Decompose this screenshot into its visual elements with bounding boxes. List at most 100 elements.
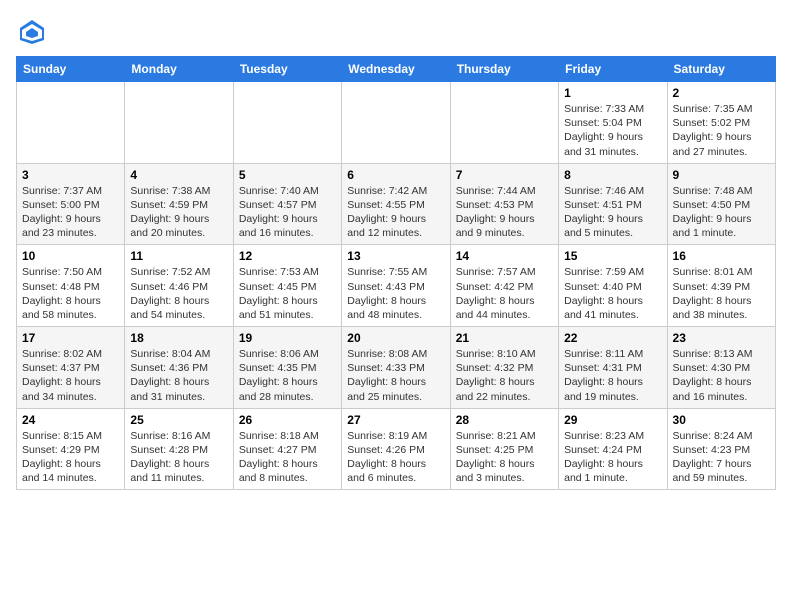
day-info: Sunrise: 7:53 AMSunset: 4:45 PMDaylight:… [239, 265, 336, 322]
day-number: 17 [22, 331, 119, 345]
weekday-header-monday: Monday [125, 57, 233, 82]
day-info: Sunrise: 8:04 AMSunset: 4:36 PMDaylight:… [130, 347, 227, 404]
weekday-header-wednesday: Wednesday [342, 57, 450, 82]
day-info: Sunrise: 8:10 AMSunset: 4:32 PMDaylight:… [456, 347, 553, 404]
day-number: 21 [456, 331, 553, 345]
calendar-cell [450, 82, 558, 164]
calendar-week-5: 24Sunrise: 8:15 AMSunset: 4:29 PMDayligh… [17, 408, 776, 490]
day-number: 18 [130, 331, 227, 345]
calendar-cell: 24Sunrise: 8:15 AMSunset: 4:29 PMDayligh… [17, 408, 125, 490]
day-info: Sunrise: 8:24 AMSunset: 4:23 PMDaylight:… [673, 429, 770, 486]
logo [16, 16, 52, 48]
day-number: 4 [130, 168, 227, 182]
calendar-cell: 1 Sunrise: 7:33 AMSunset: 5:04 PMDaylight… [559, 82, 667, 164]
calendar-cell: 15 Sunrise: 7:59 AMSunset: 4:40 PMDayligh… [559, 245, 667, 327]
calendar-cell [342, 82, 450, 164]
calendar-cell: 2 Sunrise: 7:35 AMSunset: 5:02 PMDaylight… [667, 82, 775, 164]
calendar-cell: 28 Sunrise: 8:21 AMSunset: 4:25 PMDayligh… [450, 408, 558, 490]
calendar-cell: 17 Sunrise: 8:02 AMSunset: 4:37 PMDayligh… [17, 327, 125, 409]
day-number: 10 [22, 249, 119, 263]
calendar-table: SundayMondayTuesdayWednesdayThursdayFrid… [16, 56, 776, 490]
calendar-cell: 20 Sunrise: 8:08 AMSunset: 4:33 PMDayligh… [342, 327, 450, 409]
calendar-week-4: 17 Sunrise: 8:02 AMSunset: 4:37 PMDayligh… [17, 327, 776, 409]
day-number: 19 [239, 331, 336, 345]
day-number: 6 [347, 168, 444, 182]
day-number: 9 [673, 168, 770, 182]
day-info: Sunrise: 8:19 AMSunset: 4:26 PMDaylight:… [347, 429, 444, 486]
day-number: 13 [347, 249, 444, 263]
day-info: Sunrise: 8:02 AMSunset: 4:37 PMDaylight:… [22, 347, 119, 404]
calendar-cell: 16 Sunrise: 8:01 AMSunset: 4:39 PMDayligh… [667, 245, 775, 327]
day-number: 7 [456, 168, 553, 182]
calendar-cell: 21 Sunrise: 8:10 AMSunset: 4:32 PMDayligh… [450, 327, 558, 409]
day-info: Sunrise: 8:08 AMSunset: 4:33 PMDaylight:… [347, 347, 444, 404]
calendar-cell: 23Sunrise: 8:13 AMSunset: 4:30 PMDayligh… [667, 327, 775, 409]
day-number: 15 [564, 249, 661, 263]
day-info: Sunrise: 8:18 AMSunset: 4:27 PMDaylight:… [239, 429, 336, 486]
day-info: Sunrise: 7:35 AMSunset: 5:02 PMDaylight:… [673, 102, 770, 159]
calendar-cell: 14 Sunrise: 7:57 AMSunset: 4:42 PMDayligh… [450, 245, 558, 327]
day-number: 14 [456, 249, 553, 263]
day-number: 24 [22, 413, 119, 427]
day-number: 8 [564, 168, 661, 182]
day-info: Sunrise: 8:11 AMSunset: 4:31 PMDaylight:… [564, 347, 661, 404]
calendar-cell: 6 Sunrise: 7:42 AMSunset: 4:55 PMDaylight… [342, 163, 450, 245]
weekday-header-sunday: Sunday [17, 57, 125, 82]
day-number: 27 [347, 413, 444, 427]
calendar-week-1: 1 Sunrise: 7:33 AMSunset: 5:04 PMDaylight… [17, 82, 776, 164]
day-number: 23 [673, 331, 770, 345]
day-info: Sunrise: 7:50 AMSunset: 4:48 PMDaylight:… [22, 265, 119, 322]
day-info: Sunrise: 8:21 AMSunset: 4:25 PMDaylight:… [456, 429, 553, 486]
calendar-week-3: 10 Sunrise: 7:50 AMSunset: 4:48 PMDayligh… [17, 245, 776, 327]
day-info: Sunrise: 7:42 AMSunset: 4:55 PMDaylight:… [347, 184, 444, 241]
calendar-cell: 3 Sunrise: 7:37 AMSunset: 5:00 PMDaylight… [17, 163, 125, 245]
day-info: Sunrise: 7:48 AMSunset: 4:50 PMDaylight:… [673, 184, 770, 241]
weekday-header-friday: Friday [559, 57, 667, 82]
day-number: 29 [564, 413, 661, 427]
day-number: 26 [239, 413, 336, 427]
day-info: Sunrise: 7:59 AMSunset: 4:40 PMDaylight:… [564, 265, 661, 322]
calendar-cell: 30 Sunrise: 8:24 AMSunset: 4:23 PMDayligh… [667, 408, 775, 490]
day-info: Sunrise: 7:55 AMSunset: 4:43 PMDaylight:… [347, 265, 444, 322]
day-number: 30 [673, 413, 770, 427]
day-info: Sunrise: 7:33 AMSunset: 5:04 PMDaylight:… [564, 102, 661, 159]
calendar-body: 1 Sunrise: 7:33 AMSunset: 5:04 PMDaylight… [17, 82, 776, 490]
calendar-cell [125, 82, 233, 164]
calendar-cell: 29 Sunrise: 8:23 AMSunset: 4:24 PMDayligh… [559, 408, 667, 490]
calendar-cell: 11Sunrise: 7:52 AMSunset: 4:46 PMDayligh… [125, 245, 233, 327]
weekday-header-saturday: Saturday [667, 57, 775, 82]
calendar-cell: 22Sunrise: 8:11 AMSunset: 4:31 PMDayligh… [559, 327, 667, 409]
calendar-cell: 8 Sunrise: 7:46 AMSunset: 4:51 PMDaylight… [559, 163, 667, 245]
day-info: Sunrise: 7:37 AMSunset: 5:00 PMDaylight:… [22, 184, 119, 241]
calendar-header-row: SundayMondayTuesdayWednesdayThursdayFrid… [17, 57, 776, 82]
calendar-cell: 27 Sunrise: 8:19 AMSunset: 4:26 PMDayligh… [342, 408, 450, 490]
day-number: 2 [673, 86, 770, 100]
day-number: 1 [564, 86, 661, 100]
day-number: 3 [22, 168, 119, 182]
calendar-cell: 13 Sunrise: 7:55 AMSunset: 4:43 PMDayligh… [342, 245, 450, 327]
calendar-cell: 19Sunrise: 8:06 AMSunset: 4:35 PMDayligh… [233, 327, 341, 409]
calendar-cell: 12 Sunrise: 7:53 AMSunset: 4:45 PMDayligh… [233, 245, 341, 327]
calendar-cell: 18 Sunrise: 8:04 AMSunset: 4:36 PMDayligh… [125, 327, 233, 409]
logo-icon [16, 16, 48, 48]
weekday-header-tuesday: Tuesday [233, 57, 341, 82]
day-number: 28 [456, 413, 553, 427]
day-info: Sunrise: 7:40 AMSunset: 4:57 PMDaylight:… [239, 184, 336, 241]
day-info: Sunrise: 7:46 AMSunset: 4:51 PMDaylight:… [564, 184, 661, 241]
calendar-cell [233, 82, 341, 164]
day-number: 25 [130, 413, 227, 427]
day-number: 12 [239, 249, 336, 263]
day-info: Sunrise: 8:01 AMSunset: 4:39 PMDaylight:… [673, 265, 770, 322]
day-number: 5 [239, 168, 336, 182]
calendar-cell [17, 82, 125, 164]
day-number: 16 [673, 249, 770, 263]
day-info: Sunrise: 7:44 AMSunset: 4:53 PMDaylight:… [456, 184, 553, 241]
day-info: Sunrise: 8:23 AMSunset: 4:24 PMDaylight:… [564, 429, 661, 486]
weekday-header-thursday: Thursday [450, 57, 558, 82]
calendar-cell: 26 Sunrise: 8:18 AMSunset: 4:27 PMDayligh… [233, 408, 341, 490]
calendar-cell: 9 Sunrise: 7:48 AMSunset: 4:50 PMDaylight… [667, 163, 775, 245]
day-info: Sunrise: 7:57 AMSunset: 4:42 PMDaylight:… [456, 265, 553, 322]
day-info: Sunrise: 7:52 AMSunset: 4:46 PMDaylight:… [130, 265, 227, 322]
day-number: 20 [347, 331, 444, 345]
calendar-week-2: 3 Sunrise: 7:37 AMSunset: 5:00 PMDaylight… [17, 163, 776, 245]
